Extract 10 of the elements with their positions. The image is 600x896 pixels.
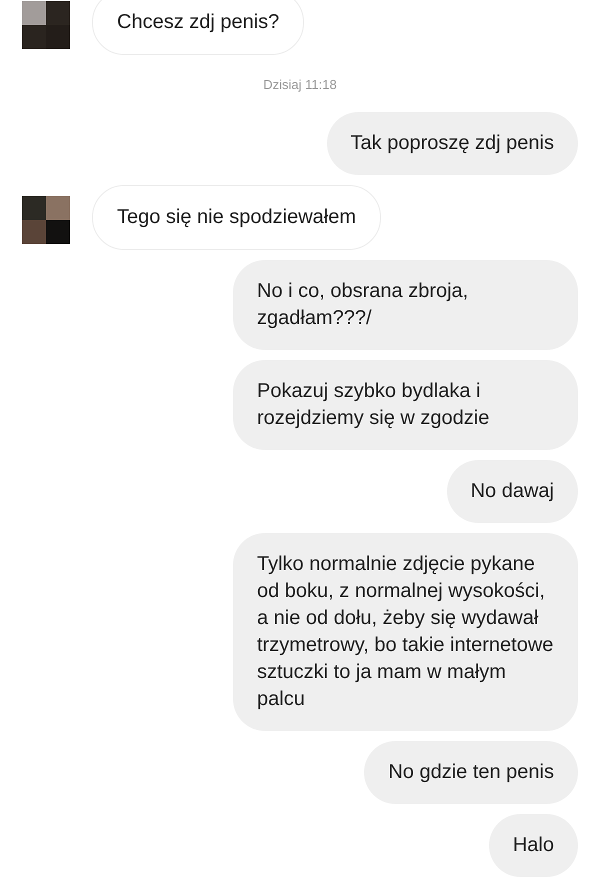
message-bubble: Halo: [488, 814, 578, 877]
message-bubble: Tylko normalnie zdjęcie pykane od boku, z normalnej wysokości, a nie od dołu, żeby się wydawał trzymetrowy, bo takie internetowe sztuczki to ja mam w małym palcu: [233, 533, 578, 731]
message-bubble: Tak poproszę zdj penis: [326, 112, 578, 175]
message-bubble: Tego się nie spodziewałem: [92, 185, 382, 250]
message-bubble: No dawaj: [446, 460, 578, 523]
message-bubble: Pokazuj szybko bydlaka i rozejdziemy się w zgodzie: [233, 360, 578, 450]
message-bubble: Chcesz zdj penis?: [92, 0, 304, 55]
message-timestamp: Dzisiaj 11:18: [263, 77, 337, 92]
message-bubble: No gdzie ten penis: [364, 741, 578, 804]
message-bubble: No i co, obsrana zbroja, zgadłam???/: [233, 260, 578, 350]
